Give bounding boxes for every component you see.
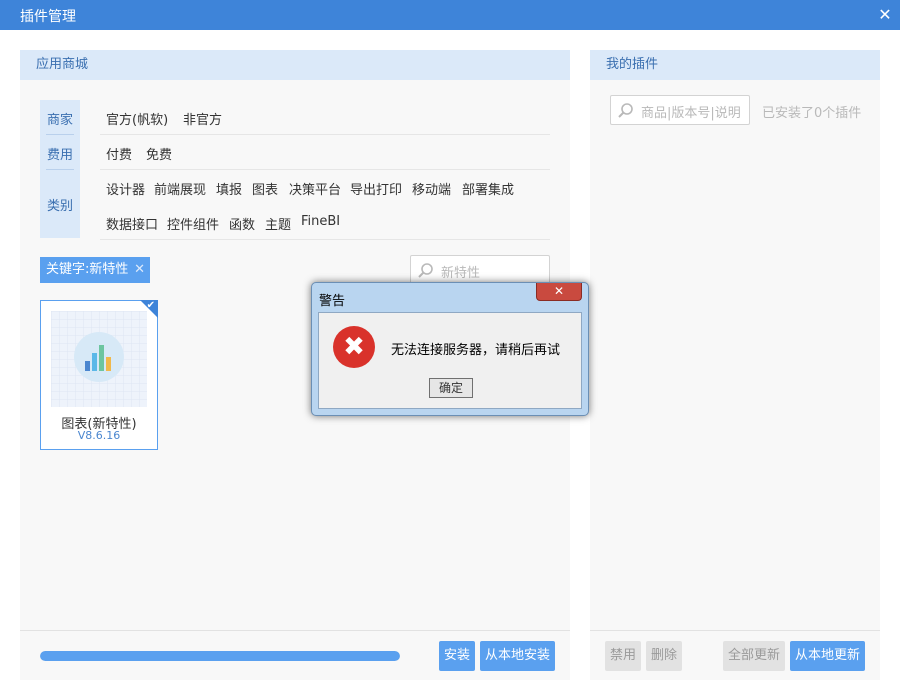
filter-option-free[interactable]: 免费 <box>146 144 172 163</box>
window-titlebar: 插件管理 ✕ <box>0 0 900 30</box>
filter-label-merchant: 商家 <box>46 113 73 128</box>
dialog-message: 无法连接服务器，请稍后再试 <box>391 343 561 358</box>
filter-row-fee: 付费 免费 <box>100 135 550 170</box>
store-search-placeholder: 新特性 <box>441 266 481 281</box>
ok-button[interactable]: 确定 <box>429 378 473 398</box>
my-plugins-panel: 我的插件 商品|版本号|说明 已安装了0个插件 禁用 删除 全部更新 从本地更新 <box>590 50 880 680</box>
keyword-tag-label: 关键字:新特性 <box>46 262 129 277</box>
filter-label-column: 商家 费用 类别 <box>40 100 80 238</box>
filter-option-export-print[interactable]: 导出打印 <box>350 179 402 198</box>
keyword-tag: 关键字:新特性 ✕ <box>40 257 150 283</box>
filter-option-fill[interactable]: 填报 <box>216 179 242 198</box>
update-all-button[interactable]: 全部更新 <box>723 641 785 671</box>
store-footer: 安装 从本地安装 <box>20 630 570 680</box>
filter-option-chart[interactable]: 图表 <box>252 179 278 198</box>
warning-dialog: 警告 ✕ ✖ 无法连接服务器，请稍后再试 确定 <box>311 282 589 416</box>
filter-option-data-interface[interactable]: 数据接口 <box>106 214 158 233</box>
filter-option-official[interactable]: 官方(帆软) <box>106 109 168 128</box>
installed-count: 已安装了0个插件 <box>762 106 862 121</box>
filter-option-decision-platform[interactable]: 决策平台 <box>289 179 341 198</box>
filter-option-function[interactable]: 函数 <box>229 214 255 233</box>
install-button[interactable]: 安装 <box>439 641 475 671</box>
error-icon: ✖ <box>333 326 375 368</box>
filter-option-paid[interactable]: 付费 <box>106 144 132 163</box>
my-plugins-footer: 禁用 删除 全部更新 从本地更新 <box>590 630 880 680</box>
filter-row-category-1: 设计器 前端展现 填报 图表 决策平台 导出打印 移动端 部署集成 <box>100 170 550 205</box>
store-header: 应用商城 <box>20 50 570 80</box>
local-install-button[interactable]: 从本地安装 <box>480 641 555 671</box>
divider <box>46 134 74 135</box>
dialog-title: 警告 <box>319 294 346 309</box>
filter-option-deploy[interactable]: 部署集成 <box>462 179 514 198</box>
filter-option-designer[interactable]: 设计器 <box>106 179 145 198</box>
filter-row-category-2: 数据接口 控件组件 函数 主题 FineBI <box>100 205 550 240</box>
filter-row-merchant: 官方(帆软) 非官方 <box>100 100 550 135</box>
install-progress-bar <box>40 651 400 661</box>
divider <box>46 169 74 170</box>
filter-option-widget[interactable]: 控件组件 <box>167 214 219 233</box>
my-plugins-search-placeholder: 商品|版本号|说明 <box>641 106 741 121</box>
filter-option-mobile[interactable]: 移动端 <box>412 179 451 198</box>
delete-button[interactable]: 删除 <box>646 641 682 671</box>
filter-option-finebi[interactable]: FineBI <box>301 214 340 229</box>
search-icon <box>618 103 633 118</box>
install-progress-fill <box>40 651 400 661</box>
local-update-button[interactable]: 从本地更新 <box>790 641 865 671</box>
search-icon <box>418 263 433 278</box>
plugin-card[interactable]: ✔ 图表(新特性) V8.6.16 <box>40 300 158 450</box>
window-close-icon[interactable]: ✕ <box>870 0 900 30</box>
my-plugins-header: 我的插件 <box>590 50 880 80</box>
filter-option-theme[interactable]: 主题 <box>265 214 291 233</box>
filter-option-frontend[interactable]: 前端展现 <box>154 179 206 198</box>
disable-button[interactable]: 禁用 <box>605 641 641 671</box>
dialog-body: ✖ 无法连接服务器，请稍后再试 确定 <box>318 312 582 409</box>
chart-plugin-thumbnail <box>51 311 147 407</box>
filter-label-category: 类别 <box>46 199 73 214</box>
keyword-remove-icon[interactable]: ✕ <box>134 257 145 283</box>
plugin-version: V8.6.16 <box>77 429 121 442</box>
filter-option-unofficial[interactable]: 非官方 <box>183 109 222 128</box>
dialog-close-icon[interactable]: ✕ <box>536 283 582 301</box>
filter-label-fee: 费用 <box>46 148 73 163</box>
check-icon: ✔ <box>146 300 155 311</box>
window-title: 插件管理 <box>20 9 76 25</box>
my-plugins-search-input[interactable]: 商品|版本号|说明 <box>610 95 750 125</box>
store-search-input[interactable]: 新特性 <box>410 255 550 285</box>
